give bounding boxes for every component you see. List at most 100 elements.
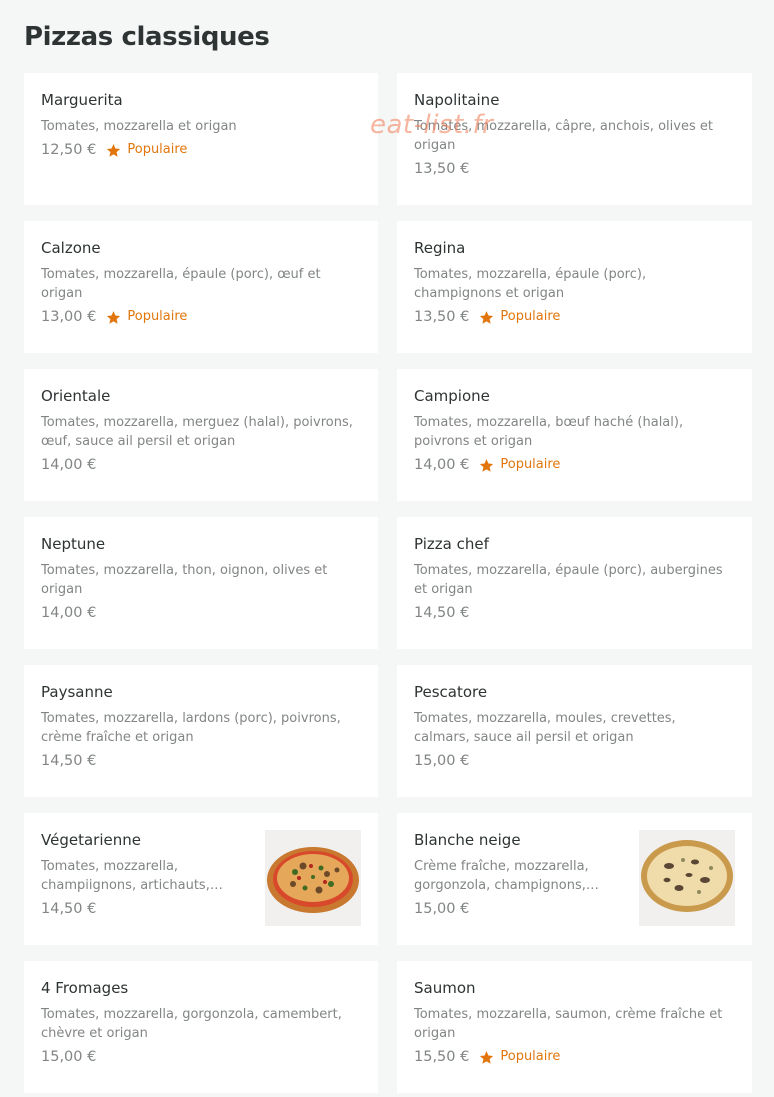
menu-item-name: Regina (414, 239, 466, 257)
menu-item-card[interactable]: Regina Tomates, mozzarella, épaule (porc)… (397, 221, 752, 353)
menu-item-body: Regina Tomates, mozzarella, épaule (porc)… (414, 238, 735, 353)
menu-item-name: Marguerita (41, 91, 123, 109)
menu-item-card[interactable]: Neptune Tomates, mozzarella, thon, oignon… (24, 517, 378, 649)
menu-item-name: Végetarienne (41, 831, 141, 849)
popular-badge: Populaire (479, 307, 560, 327)
menu-item-description: Tomates, mozzarella, thon, oignon, olive… (41, 563, 328, 597)
menu-item-card[interactable]: Campione Tomates, mozzarella, bœuf haché … (397, 369, 752, 501)
menu-item-body: Neptune Tomates, mozzarella, thon, oignon… (41, 534, 361, 649)
menu-item-price: 13,50 € (414, 161, 470, 177)
menu-item-price: 15,50 € (414, 1049, 470, 1065)
menu-item-description: Crème fraîche, mozzarella, gorgonzola, c… (414, 859, 589, 893)
menu-item-description: Tomates, mozzarella, câpre, anchois, oli… (414, 119, 713, 153)
menu-item-name: Campione (414, 387, 490, 405)
menu-item-body: Campione Tomates, mozzarella, bœuf haché … (414, 386, 735, 501)
menu-item-card[interactable]: Orientale Tomates, mozzarella, merguez (h… (24, 369, 378, 501)
menu-item-body: Végetarienne Tomates, mozzarella, champii… (41, 830, 251, 945)
menu-item-meta: 14,50 € (41, 751, 361, 771)
menu-item-card[interactable]: Pizza chef Tomates, mozzarella, épaule (p… (397, 517, 752, 649)
menu-item-name: Pescatore (414, 683, 488, 701)
menu-item-meta: 14,00 € (41, 455, 361, 475)
popular-label: Populaire (127, 142, 188, 157)
menu-item-price: 14,00 € (41, 605, 97, 621)
menu-item-description: Tomates, mozzarella, épaule (porc), cham… (414, 267, 647, 301)
menu-item-meta: 13,00 € Populaire (41, 307, 361, 327)
menu-item-description: Tomates, mozzarella, bœuf haché (halal),… (414, 415, 684, 449)
popular-label: Populaire (500, 457, 561, 472)
menu-item-body: 4 Fromages Tomates, mozzarella, gorgonzol… (41, 978, 361, 1093)
menu-item-description: Tomates, mozzarella, épaule (porc), œuf … (41, 267, 321, 301)
menu-item-body: Pescatore Tomates, mozzarella, moules, cr… (414, 682, 735, 797)
popular-label: Populaire (500, 1049, 561, 1064)
menu-item-card[interactable]: Napolitaine Tomates, mozzarella, câpre, a… (397, 73, 752, 205)
menu-item-card[interactable]: 4 Fromages Tomates, mozzarella, gorgonzol… (24, 961, 378, 1093)
menu-item-body: Saumon Tomates, mozzarella, saumon, crème… (414, 978, 735, 1093)
menu-item-description: Tomates, mozzarella, moules, crevettes, … (414, 711, 676, 745)
star-icon (479, 310, 494, 325)
menu-item-meta: 14,50 € (414, 603, 735, 623)
menu-item-body: Paysanne Tomates, mozzarella, lardons (po… (41, 682, 361, 797)
menu-item-description: Tomates, mozzarella, champiignons, artic… (41, 859, 210, 893)
menu-item-meta: 13,50 € Populaire (414, 307, 735, 327)
menu-item-description: Tomates, mozzarella, lardons (porc), poi… (41, 711, 341, 745)
menu-item-description: Tomates, mozzarella, merguez (halal), po… (41, 415, 353, 449)
menu-grid: Marguerita Tomates, mozzarella et origan 1… (24, 73, 752, 1093)
menu-item-price: 14,00 € (41, 457, 97, 473)
popular-badge: Populaire (106, 140, 187, 160)
menu-item-description: Tomates, mozzarella, épaule (porc), aube… (414, 563, 723, 597)
menu-item-card[interactable]: Calzone Tomates, mozzarella, épaule (porc… (24, 221, 378, 353)
menu-item-body: Blanche neige Crème fraîche, mozzarella, … (414, 830, 625, 945)
menu-item-body: Calzone Tomates, mozzarella, épaule (porc… (41, 238, 361, 353)
menu-item-name: Saumon (414, 979, 476, 997)
star-icon (106, 310, 121, 325)
menu-item-body: Pizza chef Tomates, mozzarella, épaule (p… (414, 534, 735, 649)
menu-item-card[interactable]: Paysanne Tomates, mozzarella, lardons (po… (24, 665, 378, 797)
popular-badge: Populaire (106, 307, 187, 327)
menu-item-name: Pizza chef (414, 535, 489, 553)
menu-item-card[interactable]: Pescatore Tomates, mozzarella, moules, cr… (397, 665, 752, 797)
menu-item-price: 12,50 € (41, 142, 97, 158)
menu-item-price: 13,50 € (414, 309, 470, 325)
pizza-blanche-neige-image (639, 830, 735, 926)
menu-item-name: Napolitaine (414, 91, 500, 109)
menu-item-card[interactable]: Saumon Tomates, mozzarella, saumon, crème… (397, 961, 752, 1093)
menu-item-card[interactable]: Végetarienne Tomates, mozzarella, champii… (24, 813, 378, 945)
menu-item-meta: 14,00 € Populaire (414, 455, 735, 475)
star-icon (106, 143, 121, 158)
menu-item-price: 15,00 € (41, 1049, 97, 1065)
menu-item-description: Tomates, mozzarella et origan (41, 119, 237, 134)
menu-item-description: Tomates, mozzarella, saumon, crème fraîc… (414, 1007, 723, 1041)
menu-item-meta: 13,50 € (414, 159, 735, 179)
popular-label: Populaire (127, 309, 188, 324)
menu-item-price: 14,50 € (41, 753, 97, 769)
menu-item-price: 15,00 € (414, 753, 470, 769)
menu-item-name: Blanche neige (414, 831, 521, 849)
popular-badge: Populaire (479, 455, 560, 475)
popular-badge: Populaire (479, 1047, 560, 1067)
menu-item-body: Marguerita Tomates, mozzarella et origan 1… (41, 90, 361, 205)
menu-item-meta: 15,00 € (41, 1047, 361, 1067)
menu-item-name: Neptune (41, 535, 106, 553)
menu-item-meta: 12,50 € Populaire (41, 140, 361, 160)
menu-item-meta: 15,00 € (414, 899, 625, 919)
menu-item-price: 14,00 € (414, 457, 470, 473)
star-icon (479, 1050, 494, 1065)
pizza-vegetarienne-image (265, 830, 361, 926)
menu-item-price: 13,00 € (41, 309, 97, 325)
menu-item-card[interactable]: Blanche neige Crème fraîche, mozzarella, … (397, 813, 752, 945)
section-title: Pizzas classiques (24, 22, 270, 52)
menu-item-card[interactable]: Marguerita Tomates, mozzarella et origan 1… (24, 73, 378, 205)
menu-item-body: Napolitaine Tomates, mozzarella, câpre, a… (414, 90, 735, 205)
menu-item-meta: 15,00 € (414, 751, 735, 771)
menu-item-body: Orientale Tomates, mozzarella, merguez (h… (41, 386, 361, 501)
menu-item-name: Orientale (41, 387, 111, 405)
menu-item-name: 4 Fromages (41, 979, 129, 997)
menu-item-name: Calzone (41, 239, 101, 257)
menu-item-price: 14,50 € (41, 901, 97, 917)
star-icon (479, 458, 494, 473)
popular-label: Populaire (500, 309, 561, 324)
menu-item-price: 14,50 € (414, 605, 470, 621)
menu-item-meta: 14,50 € (41, 899, 251, 919)
menu-item-meta: 15,50 € Populaire (414, 1047, 735, 1067)
menu-item-description: Tomates, mozzarella, gorgonzola, camembe… (41, 1007, 342, 1041)
